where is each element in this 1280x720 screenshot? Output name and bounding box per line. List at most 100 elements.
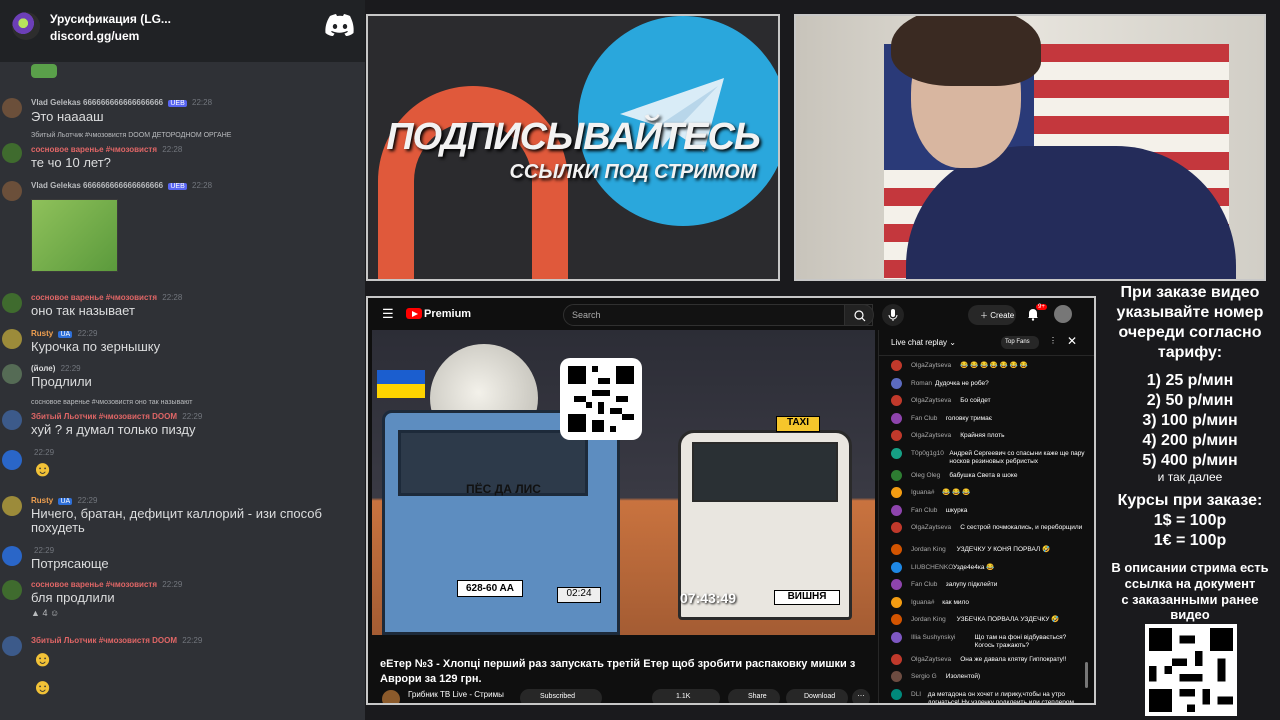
avatar[interactable] (2, 580, 22, 600)
chat-author[interactable]: OlgaZaytseva (911, 397, 951, 405)
chat-text: да метадона он хочет и лирику,чтобы на у… (927, 690, 1074, 705)
timer-small: 02:24 (557, 587, 601, 603)
tariff-item: 1) 25 р/мин (1146, 372, 1234, 389)
chat-author[interactable]: Oleg Oleg (911, 472, 940, 480)
username[interactable]: Rusty (31, 496, 53, 505)
chat-avatar[interactable] (891, 377, 902, 389)
chat-author[interactable]: Fan Club (911, 581, 937, 589)
chat-avatar[interactable] (891, 469, 902, 481)
chat-scrollbar[interactable] (1085, 662, 1088, 688)
chat-avatar[interactable] (891, 412, 902, 424)
chat-author[interactable]: Illia Sushynskyi (911, 634, 955, 642)
brand-label[interactable]: Premium (424, 308, 471, 320)
chat-title[interactable]: Live chat replay ⌄ (891, 338, 956, 347)
chat-avatar[interactable] (891, 360, 902, 371)
avatar[interactable] (2, 98, 22, 118)
chat-author[interactable]: DLI (911, 691, 921, 699)
chat-author[interactable]: OlgaZaytseva (911, 656, 951, 664)
chat-avatar[interactable] (891, 447, 902, 459)
chevron-down-icon: ⌄ (949, 338, 956, 347)
chat-avatar[interactable] (891, 504, 902, 516)
create-button[interactable]: ＋ Create (968, 305, 1016, 325)
timestamp: 22:29 (77, 496, 98, 505)
avatar[interactable] (2, 181, 22, 201)
chat-author[interactable]: Jordan King (911, 616, 946, 624)
avatar[interactable] (2, 546, 22, 566)
subscribed-button[interactable]: Subscribed (520, 689, 602, 703)
chat-author[interactable]: OlgaZaytseva (911, 432, 951, 440)
video-player[interactable]: ПЁС ДА ЛИС 628-60 AA 02:24 TAXI 07:43:49… (372, 330, 875, 635)
menu-icon[interactable]: ☰ (382, 306, 394, 322)
username[interactable]: Vlad Gelekas 666666666666666666 (31, 181, 163, 190)
reply-preview[interactable]: Збитый Льотчик #чмозовистя DOOM ДЕТОРОДН… (31, 132, 231, 139)
chat-author[interactable]: Fan Club (911, 507, 937, 515)
tariff-etc: и так далее (1157, 470, 1223, 484)
chat-avatar[interactable] (891, 544, 902, 555)
avatar[interactable] (2, 364, 22, 384)
chat-author[interactable]: Iguana# (911, 489, 935, 497)
more-vert-icon[interactable]: ⋮ (1049, 336, 1057, 345)
share-button[interactable]: Share (728, 689, 780, 703)
top-fans-button[interactable]: Top Fans (1001, 336, 1039, 349)
message-meta: Збитый Льотчик #чмозовистя DOOM 22:29 (31, 412, 202, 421)
qr-code-icon (560, 358, 642, 440)
username[interactable]: Збитый Льотчик #чмозовистя DOOM (31, 412, 177, 421)
chat-avatar[interactable] (891, 579, 902, 590)
username[interactable]: Rusty (31, 329, 53, 338)
chat-avatar[interactable] (891, 671, 902, 682)
chat-author[interactable]: Iguana# (911, 599, 935, 607)
search-input[interactable]: Search (563, 304, 873, 326)
chat-author[interactable]: OlgaZaytseva (911, 362, 951, 370)
username[interactable]: (йоле) (31, 364, 55, 373)
close-icon[interactable]: ✕ (1067, 334, 1077, 348)
chat-author[interactable]: Fan Club (911, 415, 937, 423)
reaction[interactable]: ▲ 4 ☺ (31, 608, 59, 618)
download-button[interactable]: Download (786, 689, 848, 703)
chat-author[interactable]: Roman (911, 380, 932, 388)
message-text: те чо 10 лет? (31, 155, 111, 170)
chat-avatar[interactable] (891, 430, 902, 441)
avatar[interactable] (2, 496, 22, 516)
chat-avatar[interactable] (891, 631, 902, 643)
add-reaction-icon[interactable]: ☺ (50, 608, 59, 618)
chat-avatar[interactable] (891, 487, 902, 498)
more-actions-button[interactable]: … (852, 689, 870, 703)
channel-avatar[interactable] (382, 690, 400, 703)
username[interactable]: Збитый Льотчик #чмозовистя DOOM (31, 636, 177, 645)
invite-link[interactable]: discord.gg/uem (50, 29, 139, 43)
chat-avatar[interactable] (891, 653, 902, 665)
info-heading-line: указывайте номер (1116, 304, 1264, 321)
avatar[interactable] (2, 450, 22, 470)
avatar[interactable] (2, 143, 22, 163)
chat-avatar[interactable] (891, 395, 902, 406)
role-badge: UEB (168, 100, 187, 107)
chat-avatar[interactable] (891, 596, 902, 608)
message-text: Курочка по зернышку (31, 339, 161, 354)
mic-button[interactable] (882, 304, 904, 326)
tariff-item: 2) 50 р/мин (1146, 392, 1234, 409)
chat-avatar[interactable] (891, 614, 902, 625)
chat-avatar[interactable] (891, 522, 902, 533)
username[interactable]: сосновое варенье #чмозовистя (31, 293, 157, 302)
avatar[interactable] (2, 329, 22, 349)
username[interactable]: Vlad Gelekas 666666666666666666 (31, 98, 163, 107)
channel-name[interactable]: Грибник ТВ Live - Стримы (408, 690, 504, 699)
chat-author[interactable]: Sergio G (911, 673, 937, 681)
account-avatar[interactable] (1054, 305, 1072, 323)
chat-avatar[interactable] (891, 688, 902, 700)
username[interactable]: сосновое варенье #чмозовистя (31, 145, 157, 154)
chat-author[interactable]: LIUBCHENKO (911, 564, 953, 572)
chat-author[interactable]: OlgaZaytseva (911, 524, 951, 532)
reply-preview[interactable]: сосновое варенье #чмозовистя оно так наз… (31, 399, 192, 406)
avatar[interactable] (2, 410, 22, 430)
chat-avatar[interactable] (891, 561, 902, 573)
chat-text: 😂 😂 😂 (942, 489, 971, 496)
avatar[interactable] (2, 636, 22, 656)
username[interactable]: сосновое варенье #чмозовистя (31, 580, 157, 589)
image-attachment[interactable] (31, 199, 118, 272)
chat-author[interactable]: T0p0g1g10 (911, 450, 944, 458)
avatar[interactable] (2, 293, 22, 313)
like-button[interactable]: 1.1K (652, 689, 720, 703)
chat-author[interactable]: Jordan King (911, 546, 946, 554)
search-button[interactable] (844, 304, 874, 326)
